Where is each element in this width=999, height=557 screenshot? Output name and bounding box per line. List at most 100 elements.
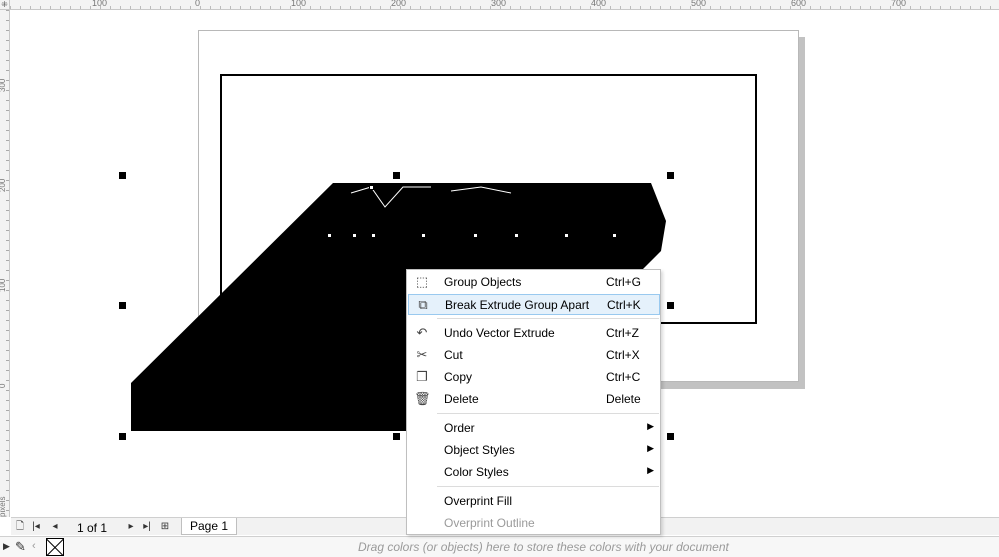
ruler-origin-corner[interactable]: ⁜ (0, 0, 10, 10)
node-handle[interactable] (369, 185, 374, 190)
node-handle[interactable] (473, 233, 478, 238)
ruler-tick (460, 6, 461, 9)
ruler-tick (6, 510, 9, 511)
ruler-tick (650, 6, 651, 9)
ruler-tick (160, 6, 161, 9)
ruler-tick (6, 440, 9, 441)
menu-item-order[interactable]: Order ▶ (408, 418, 660, 439)
menu-item-copy[interactable]: ❐ Copy Ctrl+C (408, 367, 660, 388)
ruler-tick (370, 6, 371, 9)
ruler-tick (6, 470, 9, 471)
menu-item-delete[interactable]: 🗑 Delete Delete (408, 389, 660, 410)
ruler-tick (220, 6, 221, 9)
menu-label: Cut (444, 348, 463, 362)
ruler-tick (50, 6, 51, 9)
menu-item-undo-vector-extrude[interactable]: ↶ Undo Vector Extrude Ctrl+Z (408, 323, 660, 344)
menu-item-overprint-fill[interactable]: Overprint Fill (408, 491, 660, 512)
extrude-letters-bottom (276, 391, 341, 431)
ruler-horizontal[interactable]: 100 0 100 200 300 400 500 600 700 (10, 0, 999, 10)
ruler-tick (830, 6, 831, 9)
page-tab[interactable]: Page 1 (181, 518, 238, 535)
ruler-tick (740, 6, 741, 9)
ruler-tick (570, 6, 571, 9)
ruler-label: 100 (291, 0, 307, 8)
ruler-tick (710, 6, 711, 9)
ruler-tick (170, 6, 171, 9)
menu-item-group-objects[interactable]: ⬚ Group Objects Ctrl+G (408, 272, 660, 293)
ruler-tick (6, 70, 9, 71)
ruler-tick (980, 6, 981, 9)
selection-handle-left[interactable] (119, 302, 126, 309)
node-handle[interactable] (421, 233, 426, 238)
rotation-center-marker[interactable]: × (392, 297, 404, 310)
menu-item-break-extrude-group-apart[interactable]: ⧉ Break Extrude Group Apart Ctrl+K (408, 294, 660, 315)
add-page-icon[interactable]: 🗋 (14, 520, 26, 534)
ruler-tick (6, 410, 9, 411)
ruler-tick (230, 6, 231, 9)
node-handle[interactable] (612, 233, 617, 238)
ruler-vertical[interactable]: 300 200 100 0 pixels (0, 10, 10, 517)
copy-icon: ❐ (416, 369, 428, 384)
prev-page-button[interactable]: ◂ (49, 520, 61, 534)
ruler-tick (580, 6, 581, 9)
node-handle[interactable] (352, 233, 357, 238)
menu-item-color-styles[interactable]: Color Styles ▶ (408, 462, 660, 483)
selection-handle-bottom-right[interactable] (667, 433, 674, 440)
no-color-swatch[interactable] (46, 538, 64, 556)
next-page-button[interactable]: ▸ (125, 520, 137, 534)
ruler-tick (6, 320, 9, 321)
ruler-tick (240, 6, 241, 9)
ruler-tick (610, 6, 611, 9)
ruler-tick (130, 6, 131, 9)
palette-expand-icon[interactable]: ▶ (3, 541, 10, 552)
ruler-tick (420, 6, 421, 9)
selection-handle-right[interactable] (667, 302, 674, 309)
ruler-tick (6, 370, 9, 371)
selection-handle-top-right[interactable] (667, 172, 674, 179)
ruler-tick (890, 6, 891, 9)
ruler-tick (680, 6, 681, 9)
ruler-tick (200, 6, 201, 9)
ruler-tick (720, 6, 721, 9)
menu-label: Color Styles (444, 465, 509, 479)
ruler-tick (750, 6, 751, 9)
ruler-tick (6, 100, 9, 101)
break-apart-icon: ⧉ (418, 297, 428, 312)
ruler-label: 200 (391, 0, 407, 8)
ruler-tick (6, 490, 9, 491)
ruler-tick (600, 6, 601, 9)
ruler-tick (470, 6, 471, 9)
node-handle[interactable] (327, 233, 332, 238)
menu-item-cut[interactable]: ✂ Cut Ctrl+X (408, 345, 660, 366)
selection-handle-bottom-left[interactable] (119, 433, 126, 440)
node-handle[interactable] (564, 233, 569, 238)
ruler-tick (630, 6, 631, 9)
ruler-tick (6, 420, 9, 421)
ruler-tick (180, 6, 181, 9)
first-page-button[interactable]: |◂ (30, 520, 42, 534)
ruler-tick (280, 6, 281, 9)
node-handle[interactable] (514, 233, 519, 238)
palette-scroll-left-icon[interactable]: ‹ (32, 540, 36, 552)
menu-item-object-styles[interactable]: Object Styles ▶ (408, 440, 660, 461)
ruler-label: 0 (0, 384, 7, 388)
node-handle[interactable] (371, 233, 376, 238)
menu-shortcut: Ctrl+X (606, 348, 640, 362)
add-page-after-icon[interactable]: ⊞ (159, 520, 171, 534)
ruler-tick (510, 6, 511, 9)
selection-handle-bottom[interactable] (393, 433, 400, 440)
menu-label: Break Extrude Group Apart (445, 298, 590, 312)
ruler-tick (6, 160, 9, 161)
ruler-label: 300 (491, 0, 507, 8)
ruler-tick (6, 230, 9, 231)
ruler-tick (110, 6, 111, 9)
eyedropper-icon[interactable]: ✎ (15, 539, 26, 555)
menu-label: Overprint Fill (444, 494, 513, 508)
ruler-tick (950, 6, 951, 9)
ruler-tick (6, 10, 9, 11)
selection-handle-top-left[interactable] (119, 172, 126, 179)
submenu-arrow-icon: ▶ (647, 443, 654, 453)
menu-label: Undo Vector Extrude (444, 326, 555, 340)
last-page-button[interactable]: ▸| (141, 520, 153, 534)
selection-handle-top[interactable] (393, 172, 400, 179)
